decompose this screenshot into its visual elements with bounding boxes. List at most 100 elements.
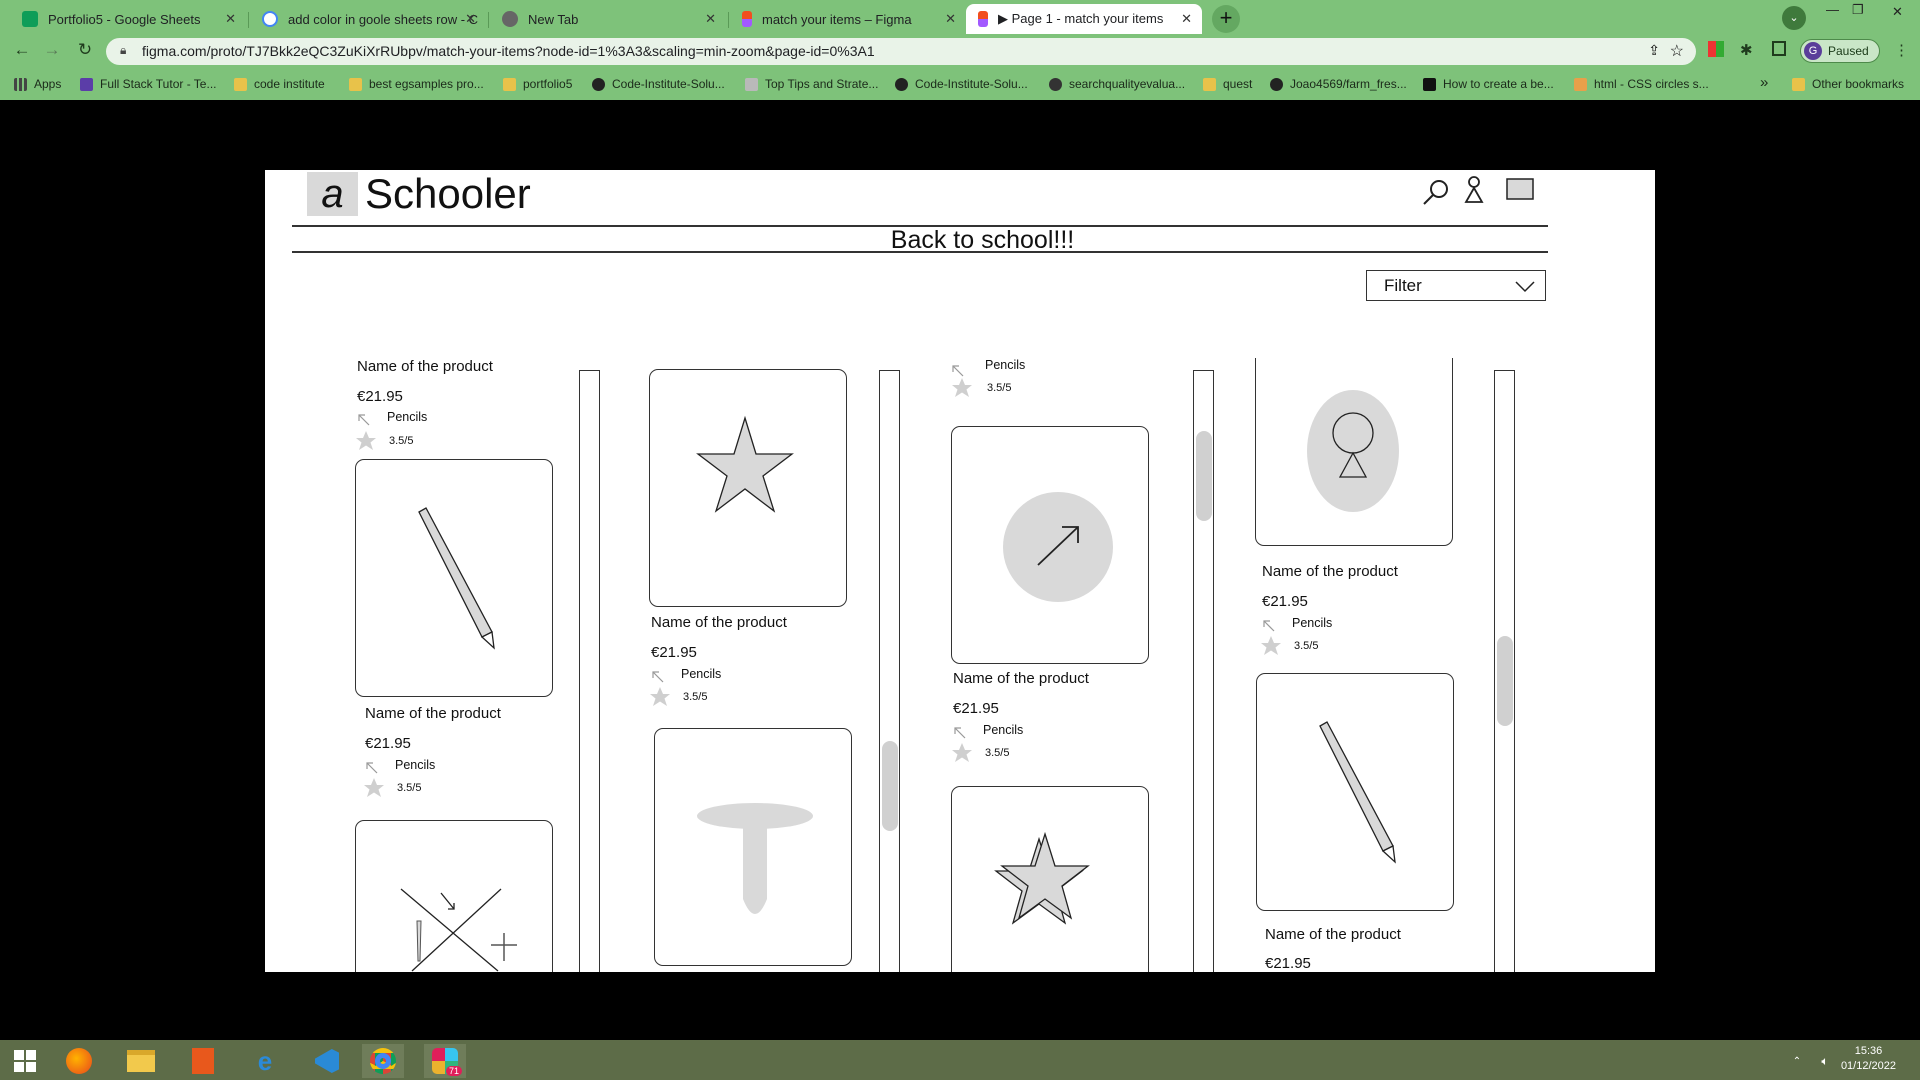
restore-icon[interactable]: ❐ [1852, 2, 1864, 18]
product-image-card[interactable] [951, 426, 1149, 664]
product-column-1[interactable]: Name of the product €21.95 Pencils 3.5/5… [355, 358, 595, 972]
vscode-icon[interactable] [306, 1044, 348, 1078]
product-image-card[interactable] [654, 728, 852, 966]
product-rating: 3.5/5 [397, 782, 422, 794]
bookmark-folder[interactable]: code institute [234, 77, 325, 91]
close-window-icon[interactable]: ✕ [1892, 4, 1903, 20]
windows-start-icon[interactable] [4, 1044, 46, 1078]
slack-icon[interactable]: 71 [424, 1044, 466, 1078]
file-explorer-icon[interactable] [120, 1044, 162, 1078]
bookmark-folder[interactable]: best egsamples pro... [349, 77, 484, 91]
tab-figma-prototype[interactable]: ▶ Page 1 - match your items ✕ [966, 4, 1202, 34]
folder-icon [234, 77, 247, 91]
internet-explorer-icon[interactable]: e [244, 1044, 286, 1078]
url-text[interactable]: figma.com/proto/TJ7Bkk2eQC3ZuKiXrRUbpv/m… [142, 43, 875, 59]
office-icon[interactable] [182, 1044, 224, 1078]
scrollbar[interactable] [1494, 370, 1515, 972]
forward-icon[interactable]: → [40, 40, 64, 60]
bookmark-folder[interactable]: quest [1203, 77, 1252, 91]
bookmarks-overflow-button[interactable]: » [1760, 74, 1768, 91]
menu-kebab-icon[interactable]: ⋮ [1894, 41, 1909, 59]
product-image-card[interactable] [1256, 673, 1454, 911]
close-icon[interactable]: ✕ [465, 11, 476, 27]
search-icon[interactable] [1421, 178, 1451, 208]
tab-search-button[interactable]: ⌄ [1782, 6, 1806, 30]
product-column-4[interactable]: Name of the product €21.95 Pencils 3.5/5… [1255, 358, 1495, 972]
site-icon [1574, 77, 1587, 91]
product-column-2[interactable]: Name of the product €21.95 Pencils 3.5/5 [649, 358, 889, 972]
other-bookmarks[interactable]: Other bookmarks [1792, 77, 1904, 91]
star-icon [994, 831, 1090, 925]
logo-mark[interactable]: a [307, 172, 358, 216]
bookmark-item[interactable]: Top Tips and Strate... [745, 77, 878, 91]
cart-icon[interactable] [1506, 177, 1536, 201]
category-arrow-icon [652, 671, 664, 683]
scrollbar-thumb[interactable] [1196, 431, 1212, 521]
address-bar[interactable]: 🔒︎ figma.com/proto/TJ7Bkk2eQC3ZuKiXrRUbp… [106, 38, 1696, 65]
profile-button[interactable]: G Paused [1800, 39, 1880, 63]
product-image-card[interactable] [951, 786, 1149, 972]
system-clock[interactable]: 15:36 01/12/2022 [1841, 1044, 1896, 1074]
bookmark-item[interactable]: html - CSS circles s... [1574, 77, 1709, 91]
filter-dropdown[interactable]: Filter [1366, 270, 1546, 301]
side-panel-icon[interactable] [1772, 41, 1786, 56]
product-image-card[interactable] [355, 459, 553, 697]
product-image-card[interactable] [1255, 358, 1453, 546]
bookmark-item[interactable]: Code-Institute-Solu... [895, 77, 1028, 91]
firefox-icon[interactable] [58, 1044, 100, 1078]
product-column-3[interactable]: Pencils 3.5/5 Name of the product €21.95… [951, 358, 1191, 972]
bookmark-item[interactable]: searchqualityevalua... [1049, 77, 1185, 91]
tab-google-search[interactable]: add color in goole sheets row - C ✕ [250, 4, 486, 34]
product-name[interactable]: Name of the product [651, 614, 787, 631]
header-divider-bottom [292, 251, 1548, 253]
product-name[interactable]: Name of the product [357, 358, 493, 375]
github-icon [895, 77, 908, 91]
minimize-icon[interactable]: — [1826, 2, 1839, 17]
close-icon[interactable]: ✕ [945, 11, 956, 27]
extension-icon[interactable] [1708, 41, 1724, 57]
close-icon[interactable]: ✕ [705, 11, 716, 27]
share-icon[interactable]: ⇪ [1648, 42, 1660, 59]
tab-figma-file[interactable]: match your items – Figma ✕ [730, 4, 966, 34]
bookmark-apps[interactable]: Apps [14, 77, 61, 91]
chrome-taskbar-icon[interactable] [362, 1044, 404, 1078]
product-price: €21.95 [1265, 955, 1311, 972]
scrollbar[interactable] [1193, 370, 1214, 972]
tab-new-tab[interactable]: New Tab ✕ [490, 4, 726, 34]
site-icon [745, 77, 758, 91]
back-icon[interactable]: ← [10, 40, 34, 60]
volume-icon[interactable]: 🔈︎ [1804, 1044, 1846, 1078]
product-category: Pencils [985, 358, 1026, 372]
product-name[interactable]: Name of the product [1262, 563, 1398, 580]
product-image-card[interactable] [355, 820, 553, 972]
chrome-icon [502, 11, 518, 27]
product-price: €21.95 [651, 644, 697, 661]
product-name[interactable]: Name of the product [953, 670, 1089, 687]
bookmark-star-icon[interactable]: ☆ [1670, 41, 1684, 61]
close-icon[interactable]: ✕ [225, 11, 236, 27]
bookmark-item[interactable]: Full Stack Tutor - Te... [80, 77, 216, 91]
reload-icon[interactable]: ↻ [73, 40, 97, 60]
bookmark-folder[interactable]: portfolio5 [503, 77, 572, 91]
bookmark-item[interactable]: How to create a be... [1423, 77, 1554, 91]
scrollbar[interactable] [579, 370, 600, 972]
product-name[interactable]: Name of the product [365, 705, 501, 722]
logo-text[interactable]: Schooler [365, 170, 531, 218]
windows-taskbar: e 71 ⌃ 🔈︎ 15:36 01/12/2022 [0, 1040, 1920, 1080]
bookmark-item[interactable]: Joao4569/farm_fres... [1270, 77, 1407, 91]
arrow-up-right-icon [1003, 492, 1113, 602]
pencil-icon [1319, 721, 1396, 864]
scrollbar[interactable] [879, 370, 900, 972]
puzzle-extensions-icon[interactable]: ✱ [1740, 41, 1753, 59]
product-image-card[interactable] [649, 369, 847, 607]
new-tab-button[interactable]: + [1212, 5, 1240, 33]
bookmark-item[interactable]: Code-Institute-Solu... [592, 77, 725, 91]
close-icon[interactable]: ✕ [1181, 11, 1192, 27]
folder-icon [1203, 77, 1216, 91]
account-icon[interactable] [1464, 175, 1484, 205]
rating-star-icon [650, 687, 670, 706]
product-name[interactable]: Name of the product [1265, 926, 1401, 943]
scrollbar-thumb[interactable] [1497, 636, 1513, 726]
tab-portfolio5-sheets[interactable]: Portfolio5 - Google Sheets ✕ [10, 4, 246, 34]
scrollbar-thumb[interactable] [882, 741, 898, 831]
